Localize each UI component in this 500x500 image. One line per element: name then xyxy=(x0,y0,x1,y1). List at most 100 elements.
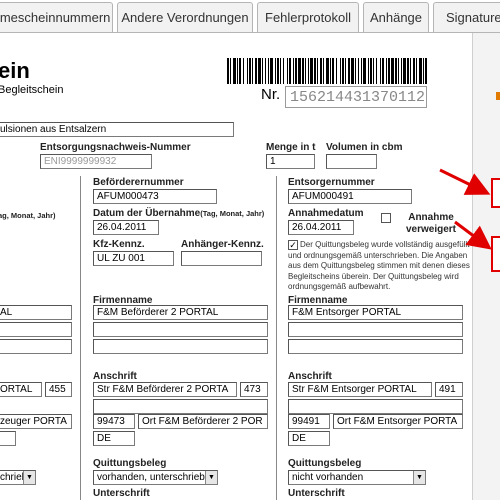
left-street-field[interactable]: ORTAL xyxy=(0,382,42,397)
anhaenger-label: Anhänger-Kennz. xyxy=(181,239,264,250)
begleitschein-nr-field[interactable]: 156214431370112 xyxy=(285,86,427,108)
entsorger-addr-label: Anschrift xyxy=(288,371,332,382)
menge-field[interactable]: 1 xyxy=(266,154,315,169)
kfz-label: Kfz-Kennz. xyxy=(93,239,145,250)
barcode-bar xyxy=(262,58,263,84)
page-title: ein xyxy=(0,58,30,83)
left-city-field[interactable]: zeuger PORTA xyxy=(0,414,72,429)
waste-description-field[interactable]: ulsionen aus Entsalzern xyxy=(0,122,234,137)
left-beleg-select[interactable]: chrieb ▼ xyxy=(0,470,36,485)
barcode-bar xyxy=(237,58,238,84)
barcode-bar xyxy=(268,58,269,84)
tab-begleitscheinnummern[interactable]: hmescheinnummern xyxy=(0,2,113,32)
barcode-bar xyxy=(280,58,281,84)
barcode-bar xyxy=(410,58,411,84)
barcode-bar xyxy=(293,58,294,84)
barcode-bar xyxy=(295,58,297,84)
entsorger-street-field[interactable]: Str F&M Entsorger PORTAL xyxy=(288,382,432,397)
barcode-bar xyxy=(265,58,266,84)
left-country-field[interactable] xyxy=(0,431,16,446)
entsorger-city-field[interactable]: Ort F&M Entsorger PORTA xyxy=(333,414,463,429)
befoerderer-city-field[interactable]: Ort F&M Beförderer 2 POR xyxy=(138,414,268,429)
befoerderer-street-field-2[interactable] xyxy=(93,399,268,414)
befoerderer-nr-field[interactable]: AFUM000473 xyxy=(93,189,217,204)
barcode-image xyxy=(227,58,427,84)
barcode-bar xyxy=(308,58,309,84)
barcode-bar xyxy=(326,58,329,84)
volumen-label: Volumen in cbm xyxy=(326,142,403,153)
barcode-bar xyxy=(340,58,341,84)
befoerderer-sign-label: Unterschrift xyxy=(93,488,150,499)
annahmedatum-label: Annahmedatum xyxy=(288,208,364,219)
barcode-bar xyxy=(380,58,381,84)
befoerderer-beleg-label: Quittungsbeleg xyxy=(93,458,167,469)
befoerderer-beleg-value: vorhanden, unterschrieb xyxy=(97,472,205,483)
befoerderer-firm-field[interactable]: F&M Beförderer 2 PORTAL xyxy=(93,305,268,320)
ent-nr-label: Entsorgungsnachweis-Nummer xyxy=(40,142,191,153)
barcode-bar xyxy=(391,58,394,84)
barcode-bar xyxy=(249,58,251,84)
barcode-bar xyxy=(407,58,409,84)
barcode-bar xyxy=(403,58,406,84)
menge-label: Menge in t xyxy=(266,142,316,153)
barcode-bar xyxy=(310,58,313,84)
barcode-bar xyxy=(386,58,387,84)
annotation-box-2 xyxy=(491,236,500,272)
befoerderer-hnr-field[interactable]: 473 xyxy=(240,382,268,397)
uebernahme-date-field[interactable]: 26.04.2011 xyxy=(93,220,159,235)
entsorger-country-field[interactable]: DE xyxy=(288,431,330,446)
chevron-down-icon[interactable]: ▼ xyxy=(23,471,35,484)
befoerderer-firm-field-3[interactable] xyxy=(93,339,268,354)
left-firm-field[interactable]: AL xyxy=(0,305,72,320)
left-firm-field-3[interactable] xyxy=(0,339,72,354)
befoerderer-nr-label: Beförderernummer xyxy=(93,177,184,188)
barcode-bar xyxy=(298,58,301,84)
entsorger-firm-field-3[interactable] xyxy=(288,339,463,354)
barcode-bar xyxy=(252,58,253,84)
befoerderer-beleg-select[interactable]: vorhanden, unterschrieb ▼ xyxy=(93,470,218,485)
tabbar-divider xyxy=(0,32,500,33)
chevron-down-icon[interactable]: ▼ xyxy=(205,471,217,484)
entsorger-hnr-field[interactable]: 491 xyxy=(435,382,463,397)
barcode-bar xyxy=(398,58,399,84)
barcode-bar xyxy=(287,58,288,84)
barcode-bar xyxy=(373,58,374,84)
tab-signaturen[interactable]: Signaturen xyxy=(433,2,500,32)
barcode-bar xyxy=(363,58,366,84)
tab-anhaenge[interactable]: Anhänge xyxy=(363,2,429,32)
barcode-bar xyxy=(342,58,344,84)
barcode-bar xyxy=(230,58,231,84)
befoerderer-plz-field[interactable]: 99473 xyxy=(93,414,135,429)
annotation-box-1 xyxy=(491,178,500,208)
barcode-bar xyxy=(227,58,229,84)
anhaenger-field[interactable] xyxy=(181,251,262,266)
befoerderer-firm-field-2[interactable] xyxy=(93,322,268,337)
kfz-field[interactable]: UL ZU 001 xyxy=(93,251,174,266)
barcode-bar xyxy=(275,58,276,84)
annahme-verweigert-checkbox[interactable] xyxy=(381,213,391,223)
barcode-bar xyxy=(358,58,359,84)
befoerderer-street-field[interactable]: Str F&M Beförderer 2 PORTA xyxy=(93,382,237,397)
left-firm-field-2[interactable] xyxy=(0,322,72,337)
entsorger-firm-field-2[interactable] xyxy=(288,322,463,337)
entsorger-firm-field[interactable]: F&M Entsorger PORTAL xyxy=(288,305,463,320)
entsorger-plz-field[interactable]: 99491 xyxy=(288,414,330,429)
entsorger-nr-field[interactable]: AFUM000491 xyxy=(288,189,412,204)
befoerderer-country-field[interactable]: DE xyxy=(93,431,135,446)
chevron-down-icon[interactable]: ▼ xyxy=(413,471,425,484)
left-hnr-field[interactable]: 455 xyxy=(45,382,72,397)
barcode-bar xyxy=(317,58,318,84)
barcode-bar xyxy=(425,58,427,84)
barcode-bar xyxy=(258,58,261,84)
annahmedatum-field[interactable]: 26.04.2011 xyxy=(288,220,354,235)
volumen-field[interactable] xyxy=(326,154,377,169)
tab-andere-verordnungen[interactable]: Andere Verordnungen xyxy=(117,2,253,32)
barcode-bar xyxy=(332,58,334,84)
ent-nr-field[interactable]: ENI9999999932 xyxy=(40,154,152,169)
barcode-bar xyxy=(336,58,337,84)
tab-fehlerprotokoll[interactable]: Fehlerprotokoll xyxy=(257,2,359,32)
entsorger-street-field-2[interactable] xyxy=(288,399,463,414)
entsorger-beleg-select[interactable]: nicht vorhanden ▼ xyxy=(288,470,426,485)
barcode-bar xyxy=(401,58,402,84)
barcode-bar xyxy=(314,58,316,84)
